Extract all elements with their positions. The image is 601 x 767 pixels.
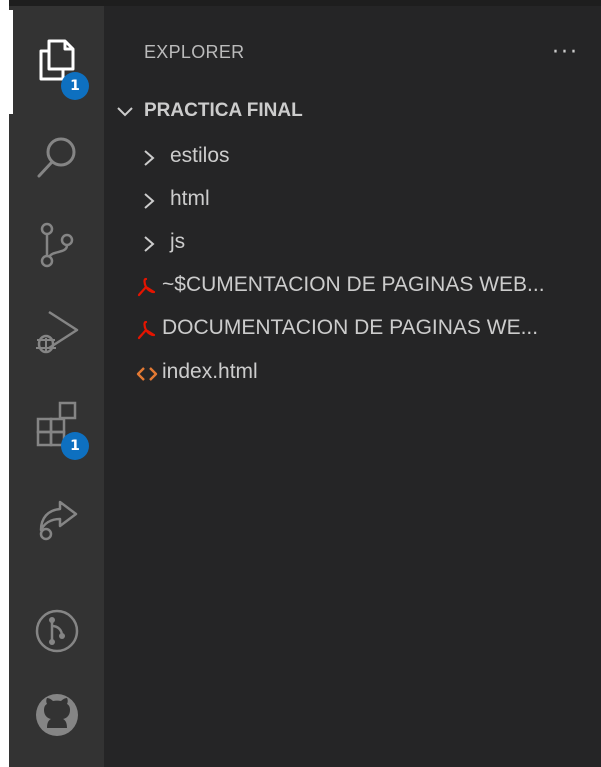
tree-item-file[interactable]: DOCUMENTACION DE PAGINAS WE... — [104, 308, 601, 350]
vscode-window: 1 1 EXPLORER ··· PRACTICA FINAL estilos … — [0, 0, 601, 767]
explorer-title: EXPLORER — [144, 42, 245, 62]
pdf-file-icon — [136, 277, 156, 301]
explorer-panel: EXPLORER ··· PRACTICA FINAL estilos html… — [104, 6, 601, 767]
activity-run-debug[interactable] — [9, 290, 104, 376]
tree-item-file[interactable]: ~$CUMENTACION DE PAGINAS WEB... — [104, 265, 601, 307]
tree-item-label: html — [170, 187, 210, 210]
search-icon — [35, 134, 79, 180]
html-file-icon — [136, 364, 158, 388]
pdf-file-icon — [136, 320, 156, 344]
activity-git-graph[interactable] — [9, 588, 104, 674]
tree-item-label: ~$CUMENTACION DE PAGINAS WEB... — [162, 273, 545, 296]
activity-extensions[interactable]: 1 — [9, 380, 104, 466]
tree-item-folder[interactable]: html — [104, 179, 601, 221]
git-graph-icon — [34, 608, 80, 654]
github-icon — [34, 692, 80, 738]
activity-github[interactable] — [9, 672, 104, 758]
tree-item-label: estilos — [170, 144, 230, 167]
tree-item-label: DOCUMENTACION DE PAGINAS WE... — [162, 316, 539, 339]
activity-source-control[interactable] — [9, 202, 104, 288]
folder-section-header[interactable]: PRACTICA FINAL — [104, 94, 601, 130]
tree-item-folder[interactable]: estilos — [104, 136, 601, 178]
tree-item-file[interactable]: index.html — [104, 352, 601, 394]
more-actions-icon[interactable]: ··· — [552, 40, 579, 65]
active-indicator — [9, 10, 13, 114]
workspace-folder-name: PRACTICA FINAL — [144, 100, 303, 121]
tree-item-label: js — [170, 230, 186, 253]
explorer-header: EXPLORER ··· — [104, 6, 601, 90]
activity-search[interactable] — [9, 114, 104, 200]
chevron-right-icon — [142, 192, 156, 214]
live-share-icon — [34, 496, 80, 542]
chevron-right-icon — [142, 149, 156, 171]
activity-explorer[interactable]: 1 — [9, 8, 104, 114]
activity-live-share[interactable] — [9, 476, 104, 562]
window-edge — [0, 0, 9, 767]
explorer-badge: 1 — [61, 72, 89, 100]
chevron-down-icon — [116, 104, 134, 123]
tree-item-label: index.html — [162, 360, 258, 383]
extensions-badge: 1 — [61, 432, 89, 460]
run-debug-icon — [33, 308, 81, 358]
chevron-right-icon — [142, 235, 156, 257]
tree-item-folder[interactable]: js — [104, 222, 601, 264]
activity-bar: 1 1 — [9, 6, 104, 767]
source-control-icon — [37, 220, 77, 270]
